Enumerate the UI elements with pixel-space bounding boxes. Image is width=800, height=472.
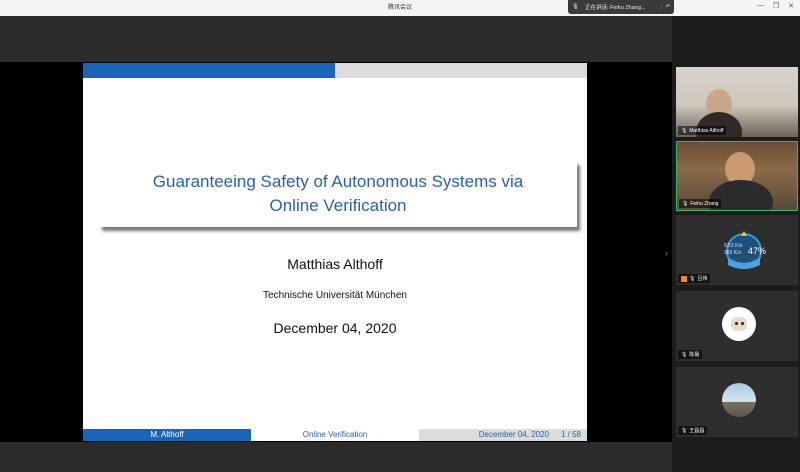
- footer-page: 1 / 58: [560, 430, 581, 439]
- shared-slide: Guaranteeing Safety of Autonomous System…: [83, 63, 587, 441]
- restore-icon[interactable]: ❐: [773, 2, 779, 10]
- footer-author: M. Althoff: [83, 429, 251, 441]
- slide-footer: M. Althoff Online Verification December …: [83, 429, 587, 441]
- mic-icon: 🎙: [682, 200, 689, 207]
- participant-tile-active[interactable]: 🎙 Feihu Zhang: [676, 141, 798, 211]
- slide-title-line2: Online Verification: [269, 196, 407, 215]
- footer-date: December 04, 2020: [478, 430, 549, 439]
- slide-title-box: Guaranteeing Safety of Autonomous System…: [99, 161, 577, 227]
- participant-tile[interactable]: 🎙 王昌昌: [676, 367, 798, 437]
- minimize-icon[interactable]: —: [757, 2, 764, 10]
- slide-date: December 04, 2020: [273, 320, 397, 336]
- participant-tile[interactable]: 🎙 陈晨: [676, 291, 798, 361]
- meeting-bottom-area: [0, 442, 672, 472]
- participant-name: Matthias Althoff: [689, 127, 724, 134]
- speaker-icon: 🎙: [572, 4, 579, 10]
- network-gauge-widget: 6.51 K/s 383 K/s 47%: [724, 231, 766, 269]
- participant-name: 王昌昌: [689, 428, 705, 434]
- participant-namebar: 🎙 陈晨: [678, 350, 703, 359]
- gauge-percent: 47%: [748, 246, 766, 256]
- slide-header-blue: [83, 63, 335, 78]
- participant-name: 吕伟: [697, 276, 708, 282]
- collapse-panel-icon[interactable]: ›: [665, 248, 668, 258]
- participant-namebar: 🎙 Matthias Althoff: [678, 126, 727, 135]
- participant-namebar: 🎙 吕伟: [678, 274, 711, 283]
- footer-title: Online Verification: [251, 429, 419, 441]
- participant-tile[interactable]: 6.51 K/s 383 K/s 47% 🎙 吕伟: [676, 215, 798, 285]
- participant-namebar: 🎙 Feihu Zhang: [679, 199, 722, 208]
- slide-title-line1: Guaranteeing Safety of Autonomous System…: [152, 172, 524, 191]
- slide-author: Matthias Althoff: [287, 256, 383, 272]
- return-icon[interactable]: ↶: [661, 4, 674, 10]
- avatar: [722, 307, 756, 341]
- participant-tile[interactable]: 🎙 Matthias Althoff: [676, 67, 798, 137]
- participant-namebar: 🎙 王昌昌: [678, 426, 708, 435]
- window-controls: — ❐ ✕: [757, 2, 794, 10]
- mic-icon: 🎙: [689, 275, 696, 282]
- window-title: 腾讯会议: [387, 5, 412, 11]
- slide-header-gray: [335, 63, 587, 78]
- participant-name: Feihu Zhang: [690, 200, 719, 207]
- mic-icon: 🎙: [681, 351, 688, 358]
- window-titlebar: 腾讯会议: [0, 0, 800, 16]
- upload-speed: 6.51 K/s: [724, 243, 743, 249]
- user-badge-icon: [681, 275, 687, 282]
- avatar: [722, 383, 756, 417]
- footer-right: December 04, 2020 1 / 58: [419, 429, 587, 441]
- speaking-text: 正在讲话: Feihu Zhang...: [584, 5, 646, 11]
- slide-institution: Technische Universität München: [263, 290, 407, 301]
- participant-name: 陈晨: [689, 352, 700, 358]
- mic-icon: 🎙: [681, 427, 688, 434]
- mic-icon: 🎙: [681, 127, 688, 134]
- close-icon[interactable]: ✕: [788, 2, 794, 10]
- meeting-top-area: [0, 16, 672, 62]
- download-speed: 383 K/s: [724, 250, 741, 256]
- speaking-indicator[interactable]: 🎙 正在讲话: Feihu Zhang... ↶: [568, 0, 674, 14]
